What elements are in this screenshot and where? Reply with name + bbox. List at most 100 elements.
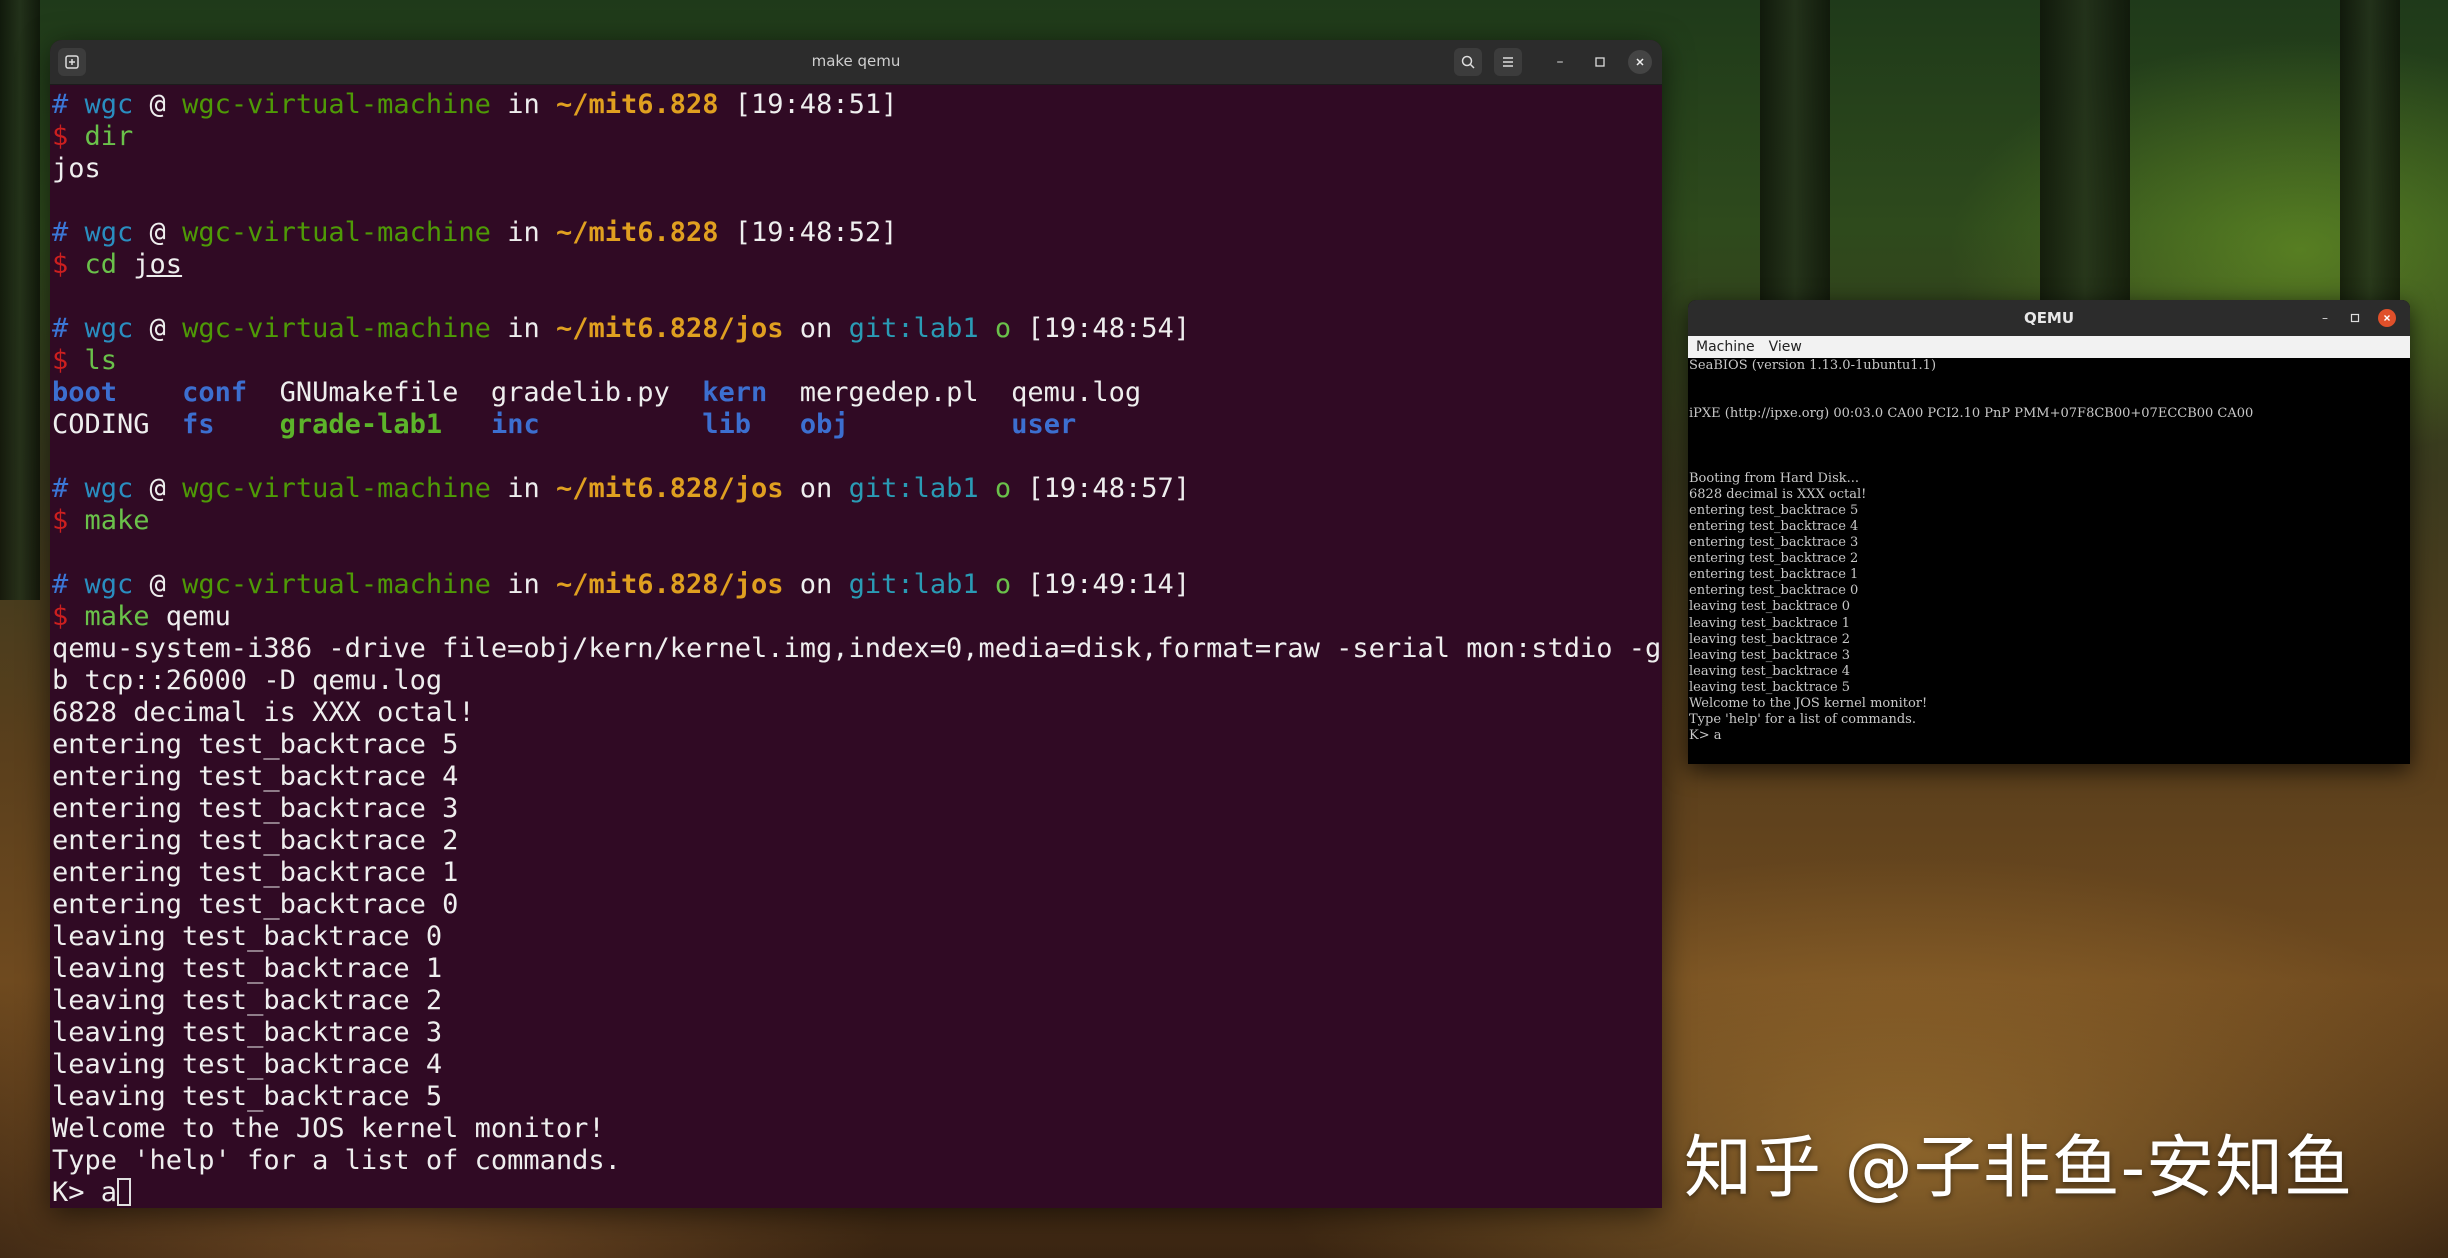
terminal-segment: # [52,313,85,344]
terminal-line: $ cd jos [52,249,1662,281]
terminal-segment: @ [133,217,183,248]
terminal-segment: [19:48:57] [1011,473,1190,504]
qemu-window-title: QEMU [2023,309,2075,327]
terminal-segment: leaving test_backtrace 1 [52,953,443,984]
terminal-segment: git:lab1 [848,569,979,600]
maximize-icon[interactable] [1588,50,1612,74]
terminal-segment: git:lab1 [848,473,979,504]
terminal-segment: on [783,569,849,600]
qemu-line [1689,438,2410,454]
terminal-line: 6828 decimal is XXX octal! [52,697,1662,729]
close-icon[interactable] [2378,309,2396,327]
terminal-segment: in [490,217,556,248]
terminal-segment: # [52,473,85,504]
terminal-line: entering test_backtrace 3 [52,793,1662,825]
qemu-line: leaving test_backtrace 2 [1689,631,1851,647]
terminal-output[interactable]: # wgc @ wgc-virtual-machine in ~/mit6.82… [50,85,1662,1208]
qemu-line: leaving test_backtrace 0 [1689,599,1851,615]
terminal-line: $ make [52,505,1662,537]
terminal-titlebar[interactable]: make qemu – [50,40,1662,85]
terminal-segment: ~/mit6.828/jos [555,473,784,504]
terminal-segment: @ [133,473,183,504]
terminal-segment: $ [52,601,85,632]
minimize-icon[interactable]: – [1548,50,1572,74]
terminal-segment [849,409,1012,440]
terminal-segment: $ [52,505,85,536]
tree-trunk [2340,0,2400,320]
terminal-line: jos [52,153,1662,185]
hamburger-menu-icon[interactable] [1494,48,1522,76]
terminal-segment: leaving test_backtrace 4 [52,1049,443,1080]
terminal-segment [117,377,182,408]
terminal-segment: kern [702,377,768,408]
terminal-segment: wgc-virtual-machine [182,89,491,120]
terminal-segment: [19:49:14] [1011,569,1190,600]
terminal-segment [540,409,703,440]
terminal-segment: entering test_backtrace 3 [52,793,459,824]
terminal-line: leaving test_backtrace 2 [52,985,1662,1017]
terminal-segment: grade-lab1 [279,409,443,440]
terminal-segment: ~/mit6.828 [555,217,719,248]
terminal-line: entering test_backtrace 4 [52,761,1662,793]
terminal-segment: entering test_backtrace 4 [52,761,459,792]
search-icon[interactable] [1454,48,1482,76]
terminal-window[interactable]: make qemu – # wgc @ wgc-virtual-machine … [50,40,1662,1208]
terminal-segment: in [490,569,556,600]
terminal-segment [442,409,491,440]
qemu-line [1689,390,2410,406]
terminal-segment: b tcp::26000 -D qemu.log [52,665,443,696]
qemu-line: SeaBIOS (version 1.13.0-1ubuntu1.1) [1689,358,1937,373]
terminal-segment: mergedep.pl qemu.log [767,377,1142,408]
terminal-line: # wgc @ wgc-virtual-machine in ~/mit6.82… [52,217,1662,249]
terminal-segment: lib [702,409,752,440]
menu-view[interactable]: View [1769,339,1802,355]
terminal-segment: entering test_backtrace 5 [52,729,459,760]
terminal-line: leaving test_backtrace 1 [52,953,1662,985]
terminal-segment: $ [52,249,85,280]
qemu-line: entering test_backtrace 5 [1689,502,1859,518]
terminal-segment: cd [84,249,118,280]
terminal-segment: conf [182,377,248,408]
terminal-segment: wgc [84,313,134,344]
terminal-segment: K> a [52,1177,118,1208]
menu-machine[interactable]: Machine [1696,339,1755,355]
terminal-segment: $ [52,345,85,376]
terminal-segment: # [52,217,85,248]
terminal-segment: o [994,473,1012,504]
terminal-line: leaving test_backtrace 5 [52,1081,1662,1113]
terminal-segment [117,249,133,280]
terminal-segment: boot [52,377,118,408]
tree-trunk [2040,0,2130,300]
terminal-segment: dir [84,121,134,152]
terminal-line: # wgc @ wgc-virtual-machine in ~/mit6.82… [52,313,1662,345]
qemu-menubar: Machine View [1688,336,2410,358]
terminal-segment: Welcome to the JOS kernel monitor! [52,1113,605,1144]
qemu-line: leaving test_backtrace 3 [1689,647,1851,663]
maximize-icon[interactable] [2346,309,2364,327]
qemu-line: 6828 decimal is XXX octal! [1689,486,1867,502]
terminal-line: b tcp::26000 -D qemu.log [52,665,1662,697]
terminal-line: leaving test_backtrace 0 [52,921,1662,953]
terminal-segment: qemu [149,601,231,632]
terminal-segment: wgc-virtual-machine [182,473,491,504]
terminal-line: entering test_backtrace 5 [52,729,1662,761]
terminal-line: CODING fs grade-lab1 inc lib obj user [52,409,1662,441]
close-icon[interactable] [1628,50,1652,74]
qemu-line [1689,455,2410,471]
terminal-segment: wgc [84,473,134,504]
qemu-window[interactable]: QEMU – Machine View SeaBIOS (version 1.1… [1688,300,2410,764]
qemu-display[interactable]: SeaBIOS (version 1.13.0-1ubuntu1.1) iPXE … [1688,358,2410,744]
terminal-segment: make [84,505,150,536]
qemu-line: K> a [1689,728,1722,744]
terminal-segment [979,313,995,344]
terminal-segment: [19:48:51] [718,89,898,120]
terminal-segment: wgc [84,569,134,600]
terminal-segment [979,569,995,600]
minimize-icon[interactable]: – [2316,309,2334,327]
qemu-titlebar[interactable]: QEMU – [1688,300,2410,336]
qemu-line: Welcome to the JOS kernel monitor! [1689,695,1928,711]
terminal-line: entering test_backtrace 2 [52,825,1662,857]
terminal-segment: on [783,313,849,344]
terminal-segment: leaving test_backtrace 0 [52,921,443,952]
